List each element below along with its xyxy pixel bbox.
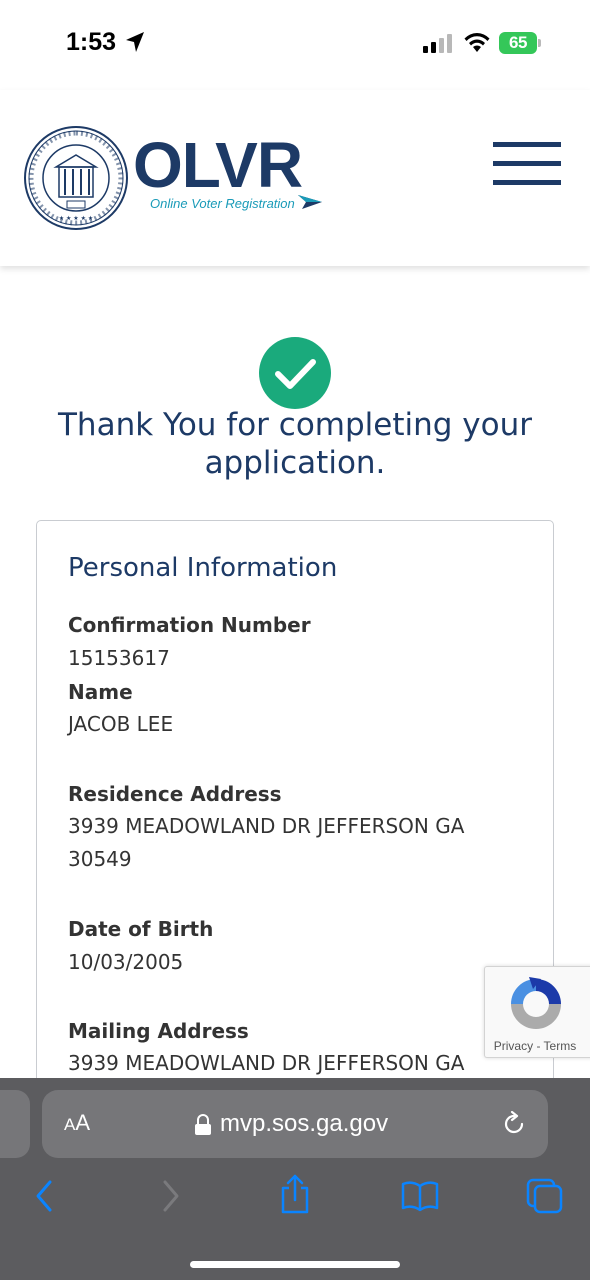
recaptcha-icon xyxy=(507,975,565,1037)
share-icon[interactable] xyxy=(279,1174,311,1218)
back-icon[interactable] xyxy=(30,1178,58,1218)
location-arrow-icon xyxy=(124,30,146,58)
text-size-button[interactable]: AA xyxy=(64,1110,90,1136)
forward-icon[interactable] xyxy=(157,1178,185,1218)
recaptcha-badge[interactable]: Privacy - Terms xyxy=(484,966,590,1058)
bookmarks-icon[interactable] xyxy=(400,1180,440,1216)
recaptcha-privacy-terms-link[interactable]: Privacy - Terms xyxy=(485,1039,585,1053)
battery-level: 65 xyxy=(499,32,537,54)
battery-icon: 65 xyxy=(499,32,541,54)
residence-address-value: 3939 MEADOWLAND DR JEFFERSON GA 30549 xyxy=(68,814,465,871)
confirmation-number-label: Confirmation Number xyxy=(68,613,311,637)
card-title: Personal Information xyxy=(68,553,338,583)
residence-address-label: Residence Address xyxy=(68,782,282,806)
confirmation-number-value: 15153617 xyxy=(68,646,170,670)
olvr-logo-text[interactable]: OLVR xyxy=(133,133,303,197)
hamburger-menu-icon[interactable] xyxy=(493,142,561,186)
site-header: ★ ★ ★ ★ ★ OLVR Online Voter Registration xyxy=(0,90,590,266)
status-bar: 1:53 65 xyxy=(0,0,590,90)
logo-arrow-icon xyxy=(298,194,322,213)
logo-tagline: Online Voter Registration xyxy=(150,196,295,211)
reload-icon[interactable] xyxy=(501,1110,527,1141)
name-label: Name xyxy=(68,680,133,704)
cellular-signal-icon xyxy=(423,33,455,57)
status-time: 1:53 xyxy=(66,28,117,56)
wifi-icon xyxy=(463,33,491,57)
previous-tab-pill[interactable] xyxy=(0,1090,30,1158)
tabs-icon[interactable] xyxy=(526,1178,564,1218)
date-of-birth-label: Date of Birth xyxy=(68,917,214,941)
lock-icon xyxy=(194,1114,212,1140)
state-seal-logo[interactable]: ★ ★ ★ ★ ★ xyxy=(23,125,129,235)
date-of-birth-value: 10/03/2005 xyxy=(68,950,184,974)
mailing-address-label: Mailing Address xyxy=(68,1019,249,1043)
address-bar[interactable]: AA mvp.sos.ga.gov xyxy=(42,1090,548,1158)
url-text[interactable]: mvp.sos.ga.gov xyxy=(220,1110,388,1138)
checkmark-circle-icon xyxy=(259,337,331,413)
mailing-address-value: 3939 MEADOWLAND DR JEFFERSON GA xyxy=(68,1051,465,1075)
confirmation-heading: Thank You for completing your applicatio… xyxy=(57,407,533,481)
svg-text:★ ★ ★ ★ ★: ★ ★ ★ ★ ★ xyxy=(59,215,94,222)
home-indicator[interactable] xyxy=(190,1261,400,1268)
personal-information-card: Personal Information Confirmation Number… xyxy=(36,520,554,1140)
browser-toolbar: AA mvp.sos.ga.gov xyxy=(0,1078,590,1280)
name-value: JACOB LEE xyxy=(68,712,174,736)
